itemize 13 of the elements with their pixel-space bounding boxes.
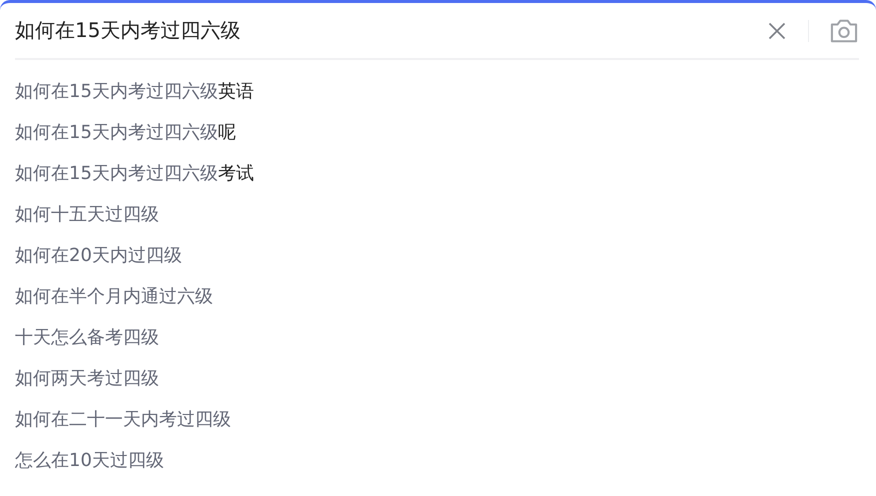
close-icon[interactable]: [767, 20, 787, 40]
suggestion-item[interactable]: 如何两天考过四级: [15, 358, 859, 400]
suggestion-item[interactable]: 如何在15天内考过四六级呢: [15, 112, 859, 154]
suggestion-item[interactable]: 如何十五天过四级: [15, 194, 859, 236]
suggestion-item[interactable]: 如何在半个月内通过六级: [15, 276, 859, 318]
camera-icon[interactable]: [829, 18, 859, 44]
suggestion-item[interactable]: 如何在20天内过四级: [15, 235, 859, 277]
suggestion-item[interactable]: 怎么在10天过四级: [15, 440, 859, 482]
search-field[interactable]: 如何在15天内考过四六级: [15, 16, 767, 46]
suggestion-item[interactable]: 如何在15天内考过四六级英语: [15, 71, 859, 113]
suggestion-item[interactable]: 十天怎么备考四级: [15, 317, 859, 359]
suggestion-item[interactable]: 如何在15天内考过四六级考试: [15, 153, 859, 195]
suggestion-item[interactable]: 如何在二十一天内考过四级: [15, 399, 859, 441]
